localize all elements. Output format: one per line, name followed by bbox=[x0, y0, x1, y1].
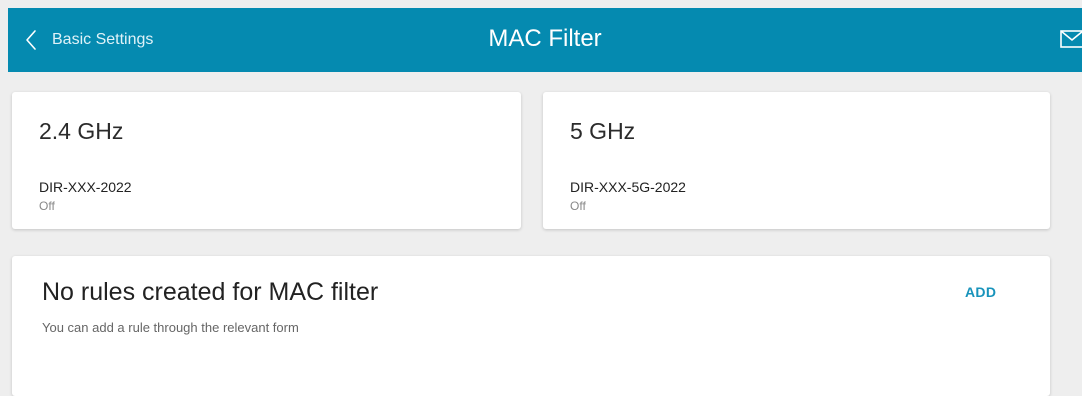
rules-empty-hint: You can add a rule through the relevant … bbox=[42, 320, 299, 335]
network-ssid: DIR-XXX-5G-2022 bbox=[570, 179, 686, 195]
top-app-bar: Basic Settings MAC Filter bbox=[8, 8, 1082, 72]
band-card-5ghz[interactable]: 5 GHz DIR-XXX-5G-2022 Off bbox=[543, 92, 1050, 229]
filter-status: Off bbox=[39, 199, 55, 213]
mac-rules-panel: No rules created for MAC filter You can … bbox=[12, 256, 1050, 396]
mail-icon[interactable] bbox=[1060, 30, 1082, 48]
add-rule-button[interactable]: ADD bbox=[965, 284, 996, 300]
back-button[interactable]: Basic Settings bbox=[24, 8, 153, 72]
band-card-2-4ghz[interactable]: 2.4 GHz DIR-XXX-2022 Off bbox=[12, 92, 521, 229]
filter-status: Off bbox=[570, 199, 586, 213]
band-title: 5 GHz bbox=[570, 118, 636, 144]
page-title: MAC Filter bbox=[488, 25, 602, 52]
band-title: 2.4 GHz bbox=[39, 118, 124, 144]
rules-empty-title: No rules created for MAC filter bbox=[42, 278, 379, 306]
back-button-label: Basic Settings bbox=[52, 31, 154, 48]
chevron-left-icon bbox=[24, 29, 38, 51]
network-ssid: DIR-XXX-2022 bbox=[39, 179, 132, 195]
